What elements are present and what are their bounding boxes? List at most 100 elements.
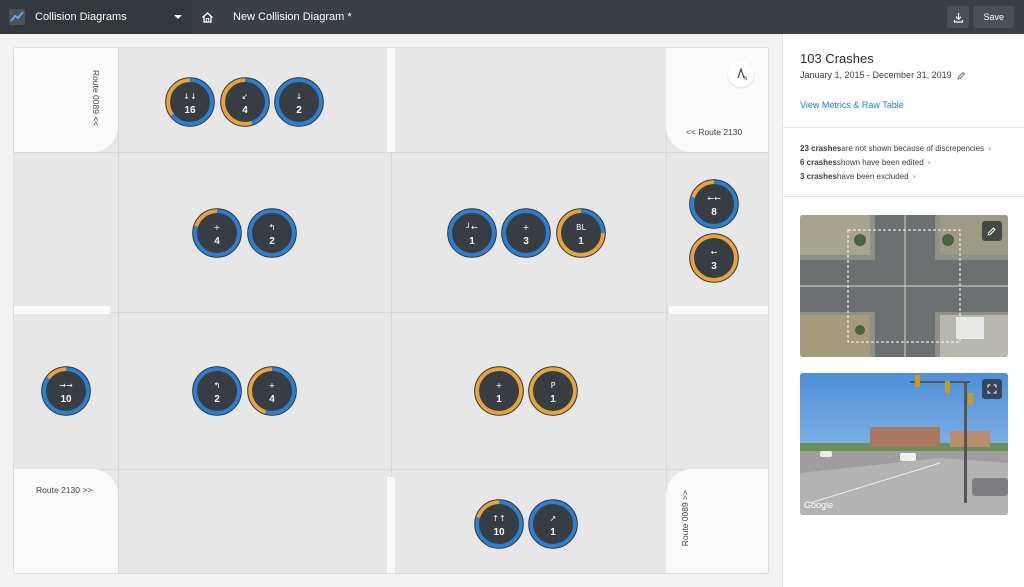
crash-count: 4	[214, 236, 220, 247]
crash-type-icon: +	[213, 223, 221, 232]
median-stub	[669, 306, 768, 314]
download-icon	[953, 12, 964, 23]
aerial-image	[800, 215, 1008, 357]
crash-marker[interactable]: →→ 10	[41, 366, 91, 416]
chevron-right-icon: ›	[912, 172, 916, 181]
crash-marker[interactable]: +4	[192, 208, 242, 258]
crash-type-icon: +	[522, 223, 530, 232]
lane-line	[118, 48, 119, 573]
crash-count: 3	[523, 236, 529, 247]
aerial-photo[interactable]	[800, 215, 1008, 357]
crash-marker[interactable]: ↙ 4	[220, 77, 270, 127]
crash-type-icon: P	[550, 381, 556, 390]
crash-type-icon: ←	[710, 248, 718, 257]
road-label-top-right: << Route 2130	[686, 127, 743, 137]
compass-icon: N	[737, 67, 748, 81]
document-title[interactable]: New Collision Diagram *	[233, 11, 352, 23]
crash-marker[interactable]: P1	[528, 366, 578, 416]
median-stub	[387, 48, 395, 152]
crash-count: 4	[269, 394, 275, 405]
crash-notes: 23 crashes are not shown because of disc…	[800, 142, 991, 184]
edit-icon	[987, 227, 996, 236]
marker-ring	[247, 366, 297, 416]
app-title: Collision Diagrams	[35, 11, 127, 23]
marker-ring	[41, 366, 91, 416]
details-sidebar: 103 Crashes January 1, 2015 - December 3…	[782, 34, 1024, 587]
crash-type-icon: ↓	[295, 92, 303, 101]
corner-block	[14, 48, 118, 152]
crash-count: 10	[60, 394, 72, 405]
crash-type-icon: ↰	[268, 223, 276, 232]
crash-count: 2	[269, 236, 275, 247]
crash-count: 1	[550, 394, 556, 405]
chevron-right-icon: ›	[927, 158, 931, 167]
marker-ring	[165, 77, 215, 127]
crash-count: 2	[296, 105, 302, 116]
chevron-right-icon: ›	[988, 144, 992, 153]
crash-type-icon: ↰	[213, 381, 221, 390]
save-button[interactable]: Save	[973, 6, 1014, 28]
crash-marker[interactable]: ↓ 2	[274, 77, 324, 127]
street-view-photo[interactable]: Google	[800, 373, 1008, 515]
crash-count-title: 103 Crashes	[800, 51, 874, 66]
lane-line	[14, 152, 768, 153]
crash-type-icon: ↑↑	[492, 514, 506, 523]
crash-marker[interactable]: ← 3	[689, 233, 739, 283]
marker-ring	[556, 208, 606, 258]
marker-ring	[447, 208, 497, 258]
svg-text:N: N	[744, 76, 748, 81]
crash-count: 2	[214, 394, 220, 405]
note-excluded[interactable]: 3 crashes have been excluded ›	[800, 170, 991, 184]
crash-marker[interactable]: +3	[501, 208, 551, 258]
edit-icon[interactable]	[956, 71, 966, 80]
crash-marker[interactable]: ↑↑ 10	[474, 499, 524, 549]
crash-type-icon: +	[495, 381, 503, 390]
divider	[783, 196, 1024, 197]
app-switcher[interactable]: Collision Diagrams	[0, 0, 192, 34]
road-label-bottom-right: Route 0089 >>	[680, 490, 690, 547]
crash-type-icon: ┘←	[466, 223, 478, 232]
lane-line	[14, 312, 768, 313]
crash-marker[interactable]: ↗ 1	[528, 499, 578, 549]
crash-marker[interactable]: ↰ 2	[192, 366, 242, 416]
crash-count: 1	[578, 236, 584, 247]
view-metrics-link[interactable]: View Metrics & Raw Table	[800, 100, 904, 110]
download-button[interactable]	[947, 6, 970, 28]
crash-count: 1	[469, 236, 475, 247]
crash-type-icon: →→	[59, 381, 73, 390]
crash-marker[interactable]: ┘← 1	[447, 208, 497, 258]
expand-button[interactable]	[982, 379, 1002, 399]
marker-ring	[274, 77, 324, 127]
crash-marker[interactable]: +4	[247, 366, 297, 416]
crash-marker[interactable]: ↓↓ 16	[165, 77, 215, 127]
crash-count: 16	[184, 105, 196, 116]
divider	[783, 127, 1024, 128]
crash-count: 4	[242, 105, 248, 116]
marker-ring	[220, 77, 270, 127]
crash-type-icon: ↗	[549, 514, 557, 523]
edit-photo-button[interactable]	[982, 221, 1002, 241]
note-edited[interactable]: 6 crashes shown have been edited ›	[800, 156, 991, 170]
crash-marker[interactable]: ↰ 2	[247, 208, 297, 258]
crash-type-icon: BL	[576, 223, 586, 232]
collision-diagram-canvas[interactable]: Route 0089 << << Route 2130 Route 2130 >…	[13, 47, 769, 574]
marker-ring	[192, 366, 242, 416]
crash-count: 1	[550, 527, 556, 538]
crash-marker[interactable]: +1	[474, 366, 524, 416]
top-bar: Collision Diagrams New Collision Diagram…	[0, 0, 1024, 34]
road-label-bottom-left: Route 2130 >>	[36, 485, 93, 495]
crash-count: 1	[496, 394, 502, 405]
chevron-down-icon[interactable]	[174, 15, 182, 19]
crash-count: 8	[711, 207, 717, 218]
home-button[interactable]	[192, 0, 222, 34]
crash-marker[interactable]: BL 1	[556, 208, 606, 258]
note-discrepancies[interactable]: 23 crashes are not shown because of disc…	[800, 142, 991, 156]
marker-ring	[528, 366, 578, 416]
median-stub	[387, 477, 395, 573]
marker-ring	[247, 208, 297, 258]
lane-line	[14, 469, 768, 470]
google-watermark: Google	[804, 500, 833, 510]
crash-type-icon: ←←	[707, 194, 721, 203]
compass-button[interactable]: N	[728, 61, 754, 87]
crash-marker[interactable]: ←← 8	[689, 179, 739, 229]
